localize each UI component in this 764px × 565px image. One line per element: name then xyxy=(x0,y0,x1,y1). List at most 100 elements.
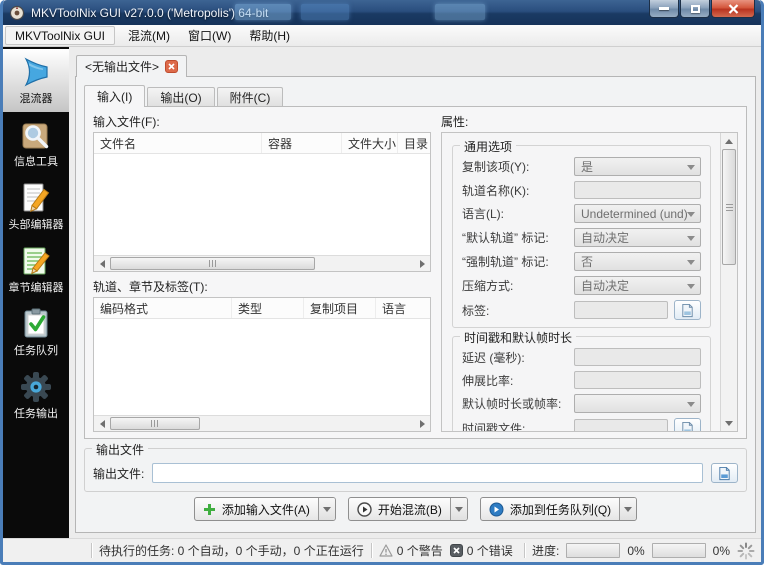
scroll-right-icon[interactable] xyxy=(414,416,430,431)
select-value: 自动决定 xyxy=(581,231,630,245)
properties-vscrollbar[interactable] xyxy=(720,133,737,431)
start-muxing-dropdown[interactable] xyxy=(449,498,467,520)
select-value: 自动决定 xyxy=(581,279,630,293)
warnings-status: 0 个警告 xyxy=(379,542,443,559)
sidebar-item-job-queue[interactable]: 任务队列 xyxy=(3,301,69,364)
add-source-files-main[interactable]: 添加输入文件(A) xyxy=(195,498,318,520)
add-to-job-queue-main[interactable]: 添加到任务队列(Q) xyxy=(481,498,619,520)
select-value: Undetermined (und) xyxy=(581,206,688,221)
menu-help[interactable]: 帮助(H) xyxy=(240,26,299,45)
action-button-row: 添加输入文件(A) 开始混流(B) 添加到任务队列(Q) xyxy=(84,492,747,526)
sidebar-item-chapter-editor[interactable]: 章节编辑器 xyxy=(3,238,69,301)
scroll-right-icon[interactable] xyxy=(414,256,430,271)
file-browse-icon xyxy=(682,421,693,431)
compression-select[interactable]: 自动决定 xyxy=(574,276,701,295)
menu-window[interactable]: 窗口(W) xyxy=(179,26,240,45)
hscroll-thumb[interactable] xyxy=(110,257,315,270)
maximize-button[interactable] xyxy=(680,0,710,18)
menu-bar: MKVToolNix GUI 混流(M) 窗口(W) 帮助(H) xyxy=(3,25,761,47)
scroll-up-icon[interactable] xyxy=(721,133,737,149)
tracks-hscrollbar[interactable] xyxy=(94,415,430,431)
stretch-by-input[interactable] xyxy=(574,371,701,389)
scroll-left-icon[interactable] xyxy=(94,416,110,431)
minimize-button[interactable] xyxy=(649,0,679,18)
output-file-group: 输出文件 输出文件: xyxy=(84,441,747,492)
general-options-group: 通用选项 复制该项(Y): 是 轨道名称(K): 语言(L): Undeterm… xyxy=(452,138,711,328)
vscroll-thumb[interactable] xyxy=(722,149,736,265)
add-source-files-button[interactable]: 添加输入文件(A) xyxy=(193,497,336,521)
input-files-hscrollbar[interactable] xyxy=(94,255,430,271)
column-header-codec[interactable]: 编码格式 xyxy=(94,298,232,318)
sidebar-item-job-output[interactable]: 任务输出 xyxy=(3,364,69,427)
tags-browse-button[interactable] xyxy=(674,300,701,320)
menu-merge[interactable]: 混流(M) xyxy=(119,26,179,45)
title-bar[interactable]: MKVToolNix GUI v27.0.0 ('Metropolis') 64… xyxy=(3,0,761,25)
close-button[interactable] xyxy=(711,0,755,18)
tags-input[interactable] xyxy=(574,301,668,319)
scroll-down-icon[interactable] xyxy=(721,415,737,431)
start-muxing-button[interactable]: 开始混流(B) xyxy=(347,497,468,521)
column-header-language[interactable]: 语言 xyxy=(376,298,430,318)
chevron-down-icon xyxy=(687,284,695,289)
warning-icon xyxy=(379,544,393,557)
output-file-input[interactable] xyxy=(152,463,703,483)
forced-track-select[interactable]: 否 xyxy=(574,252,701,271)
left-column: 输入文件(F): 文件名 容器 文件大小 目录 轨道、章节及标签(T): 编码格… xyxy=(93,113,431,432)
input-files-table[interactable]: 文件名 容器 文件大小 目录 xyxy=(93,132,431,272)
hscroll-track[interactable] xyxy=(200,416,414,431)
field-copy-item: 复制该项(Y): 是 xyxy=(462,157,701,176)
window-controls xyxy=(648,0,755,18)
field-default-track-flag: “默认轨道” 标记: 自动决定 xyxy=(462,228,701,247)
column-header-container[interactable]: 容器 xyxy=(262,133,342,153)
add-to-job-queue-dropdown[interactable] xyxy=(619,498,637,520)
column-header-copy-item[interactable]: 复制项目 xyxy=(304,298,376,318)
column-header-filesize[interactable]: 文件大小 xyxy=(342,133,398,153)
hscroll-thumb[interactable] xyxy=(110,417,200,430)
field-stretch-by: 伸展比率: xyxy=(462,371,701,389)
warnings-count: 0 个警告 xyxy=(396,544,443,558)
app-window: MKVToolNix GUI v27.0.0 ('Metropolis') 64… xyxy=(0,0,764,565)
default-duration-select[interactable] xyxy=(574,394,701,413)
titlebar-decoration xyxy=(435,4,485,20)
merge-tab-page: 输入(I) 输出(O) 附件(C) 输入文件(F): 文件名 容器 文件大小 目… xyxy=(75,76,756,533)
add-to-job-queue-button[interactable]: 添加到任务队列(Q) xyxy=(479,497,638,521)
tab-close-icon[interactable] xyxy=(165,60,179,73)
menu-mkvtoolnix-gui[interactable]: MKVToolNix GUI xyxy=(5,26,116,45)
scroll-left-icon[interactable] xyxy=(94,256,110,271)
button-label: 开始混流(B) xyxy=(377,502,442,517)
tracks-table[interactable]: 编码格式 类型 复制项目 语言 xyxy=(93,297,431,432)
start-muxing-main[interactable]: 开始混流(B) xyxy=(349,498,450,520)
sidebar-item-info-tool[interactable]: 信息工具 xyxy=(3,112,69,175)
column-header-directory[interactable]: 目录 xyxy=(398,133,430,153)
default-track-select[interactable]: 自动决定 xyxy=(574,228,701,247)
file-browse-icon xyxy=(682,303,693,317)
tab-output[interactable]: 输出(O) xyxy=(147,87,215,107)
hscroll-track[interactable] xyxy=(315,256,414,271)
output-browse-button[interactable] xyxy=(711,463,738,483)
job-queue-icon xyxy=(24,308,48,338)
tracks-body[interactable] xyxy=(94,319,430,415)
inner-tab-bar: 输入(I) 输出(O) 附件(C) xyxy=(84,84,747,107)
column-header-filename[interactable]: 文件名 xyxy=(94,133,262,153)
tab-no-output-file[interactable]: <无输出文件> xyxy=(76,55,188,77)
timestamp-browse-button[interactable] xyxy=(674,418,701,431)
tab-input[interactable]: 输入(I) xyxy=(84,85,146,107)
vscroll-track[interactable] xyxy=(721,265,737,415)
delay-input[interactable] xyxy=(574,348,701,366)
titlebar-decoration xyxy=(301,4,349,20)
timestamp-file-input[interactable] xyxy=(574,419,668,431)
copy-item-select[interactable]: 是 xyxy=(574,157,701,176)
properties-label: 属性: xyxy=(441,115,469,129)
scroll-grip xyxy=(151,420,159,427)
sidebar-item-header-editor[interactable]: 头部编辑器 xyxy=(3,175,69,238)
column-header-type[interactable]: 类型 xyxy=(232,298,304,318)
pending-jobs-status: 待执行的任务: 0 个自动，0 个手动，0 个正在运行 xyxy=(99,544,364,558)
track-name-input[interactable] xyxy=(574,181,701,199)
field-label: 伸展比率: xyxy=(462,373,514,388)
tab-attachments[interactable]: 附件(C) xyxy=(216,87,284,107)
add-source-files-dropdown[interactable] xyxy=(317,498,335,520)
language-select[interactable]: Undetermined (und) xyxy=(574,204,701,223)
file-browse-icon xyxy=(719,466,730,480)
sidebar-item-merge-tool[interactable]: 混流器 xyxy=(3,49,69,112)
input-files-body[interactable] xyxy=(94,154,430,255)
